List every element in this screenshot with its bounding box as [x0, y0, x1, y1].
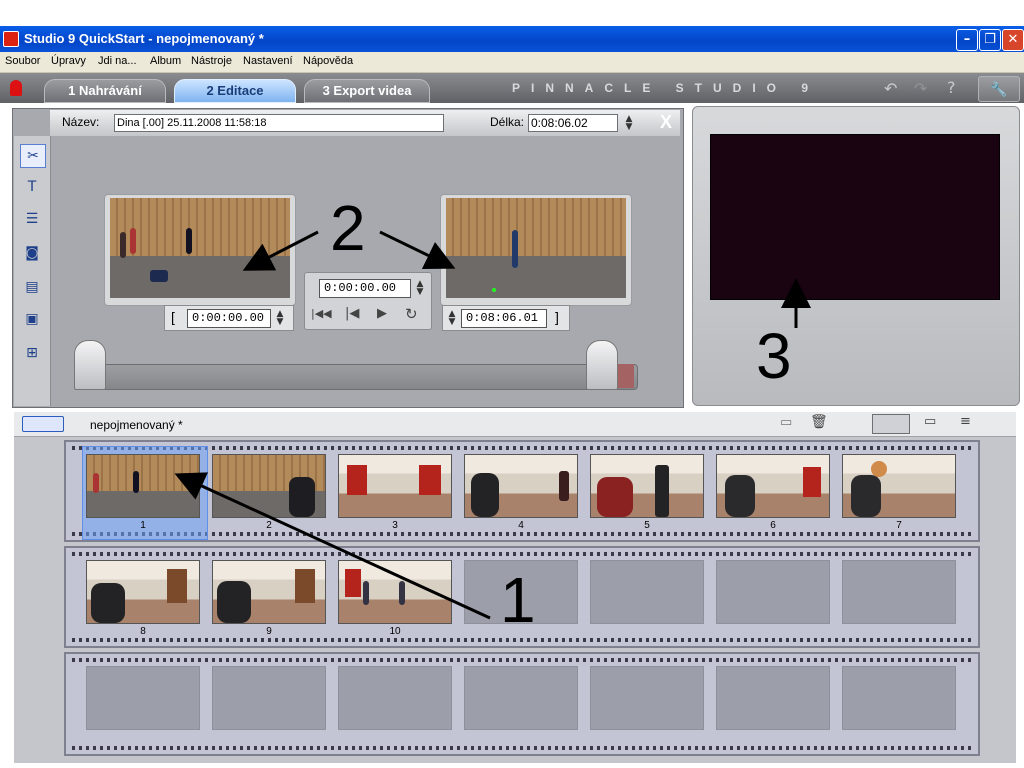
annotation-1: 1	[500, 564, 536, 636]
annotation-3: 3	[756, 320, 792, 392]
annotation-arrows	[174, 230, 811, 620]
arrow-to-start-frame	[242, 230, 319, 271]
annotation-2: 2	[330, 192, 366, 264]
arrow-to-end-frame	[379, 230, 456, 270]
arrow-to-clip-1	[174, 472, 491, 620]
